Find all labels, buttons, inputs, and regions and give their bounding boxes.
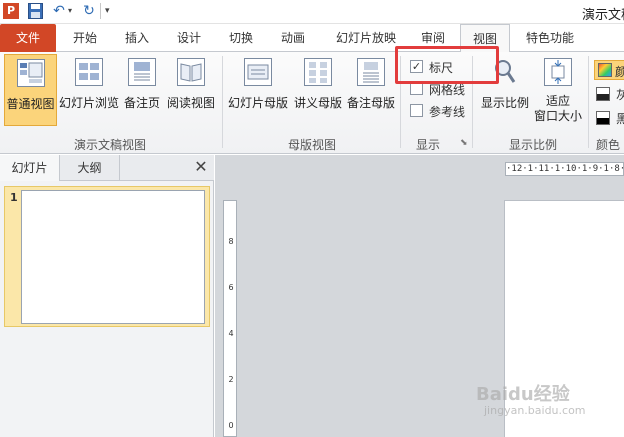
color-group-label: 颜色 [596,138,621,152]
notes-master-button[interactable]: 备注母版 [346,54,396,126]
horizontal-ruler[interactable]: ·12·1·11·1·10·1·9·1·8· [505,162,624,176]
grayscale-label: 灰 [616,88,624,102]
notes-page-button[interactable]: 备注页 [122,54,162,126]
vertical-ruler-label: 0 [228,421,234,430]
group-divider [222,56,223,148]
tab-animations[interactable]: 动画 [268,24,318,52]
fit-to-window-icon [544,58,572,86]
customize-toolbar-icon[interactable]: ▾ [105,3,115,19]
powerpoint-logo-icon[interactable]: P [3,3,19,19]
fit-label-line2: 窗口大小 [533,109,582,123]
normal-view-label: 普通视图 [6,97,55,111]
reading-view-button[interactable]: 阅读视图 [164,54,218,126]
master-views-group-label: 母版视图 [287,138,336,152]
notes-master-icon [357,58,385,86]
notes-page-icon [128,58,156,86]
tab-transitions[interactable]: 切换 [216,24,266,52]
fit-to-window-label: 适应 窗口大小 [532,94,584,124]
redo-icon[interactable]: ↻ [82,3,96,19]
vertical-ruler-label: 2 [228,375,234,384]
tab-slideshow[interactable]: 幻灯片放映 [326,24,406,52]
baidu-watermark: Baidu经验 [476,384,570,405]
handout-master-button[interactable]: 讲义母版 [292,54,344,126]
slide-master-label: 幻灯片母版 [227,96,288,110]
fit-label-line1: 适应 [545,94,570,108]
dialog-launcher-icon[interactable]: ⬊ [460,138,468,148]
reading-view-icon [177,58,205,86]
slide-master-icon [244,58,272,86]
document-title: 演示文稿 [582,8,624,23]
slides-panel: 幻灯片 大纲 ✕ 1 [0,155,214,437]
notes-page-label: 备注页 [123,96,160,110]
annotation-highlight-box [395,46,499,84]
normal-view-icon [16,59,45,87]
toolbar-divider [100,3,101,19]
tab-slides[interactable]: 幻灯片 [0,155,60,181]
show-group-label: 显示 [415,138,440,152]
quick-access-toolbar: P ↶ ▾ ↻ ▾ 演示文稿 [0,0,624,24]
baidu-watermark-url: jingyan.baidu.com [484,404,586,417]
ribbon-panel: 普通视图 幻灯片浏览 备注页 阅读视图 演示文稿视图 幻灯片母版 讲义母版 备注… [0,52,624,154]
vertical-ruler[interactable]: 8 6 4 2 0 [223,200,237,437]
notes-master-label: 备注母版 [346,96,395,110]
fit-to-window-button[interactable]: 适应 窗口大小 [532,54,584,126]
undo-dropdown-icon[interactable]: ▾ [68,3,76,19]
grayscale-button[interactable]: 灰 [596,86,624,102]
grayscale-swatch-icon [596,87,610,101]
group-divider [588,56,589,148]
guides-checkbox-box[interactable] [410,104,423,117]
tab-features[interactable]: 特色功能 [516,24,584,52]
close-icon[interactable]: ✕ [193,159,209,175]
guides-checkbox-label: 参考线 [429,105,466,119]
vertical-ruler-label: 4 [228,329,234,338]
normal-view-button[interactable]: 普通视图 [4,54,57,126]
panel-tabs: 幻灯片 大纲 ✕ [0,155,214,181]
black-white-label: 黑 [616,112,624,126]
zoom-group-label: 显示比例 [508,138,557,152]
ribbon-tabs: 文件 开始 插入 设计 切换 动画 幻灯片放映 审阅 视图 特色功能 [0,24,624,53]
black-white-button[interactable]: 黑 [596,110,624,126]
slide-number: 1 [10,191,18,204]
slide-thumbnail[interactable] [21,190,205,324]
zoom-button-label: 显示比例 [480,96,529,110]
tab-outline[interactable]: 大纲 [60,155,120,181]
color-label: 颜 [615,65,624,79]
tab-home[interactable]: 开始 [60,24,110,52]
handout-master-label: 讲义母版 [293,96,342,110]
reading-view-label: 阅读视图 [166,96,215,110]
vertical-ruler-label: 8 [228,237,234,246]
slide-sorter-button[interactable]: 幻灯片浏览 [58,54,120,126]
slide-sorter-label: 幻灯片浏览 [58,96,119,110]
undo-icon[interactable]: ↶ [52,3,66,19]
color-swatch-icon [598,63,612,77]
slide-master-button[interactable]: 幻灯片母版 [226,54,290,126]
black-white-swatch-icon [596,111,610,125]
tab-design[interactable]: 设计 [164,24,214,52]
save-icon[interactable] [28,3,43,19]
handout-master-icon [304,58,332,86]
presentation-views-group-label: 演示文稿视图 [73,138,146,152]
tab-insert[interactable]: 插入 [112,24,162,52]
tab-file[interactable]: 文件 [0,24,56,52]
slide-sorter-icon [75,58,103,86]
color-button[interactable]: 颜 [594,60,624,80]
vertical-ruler-label: 6 [228,283,234,292]
